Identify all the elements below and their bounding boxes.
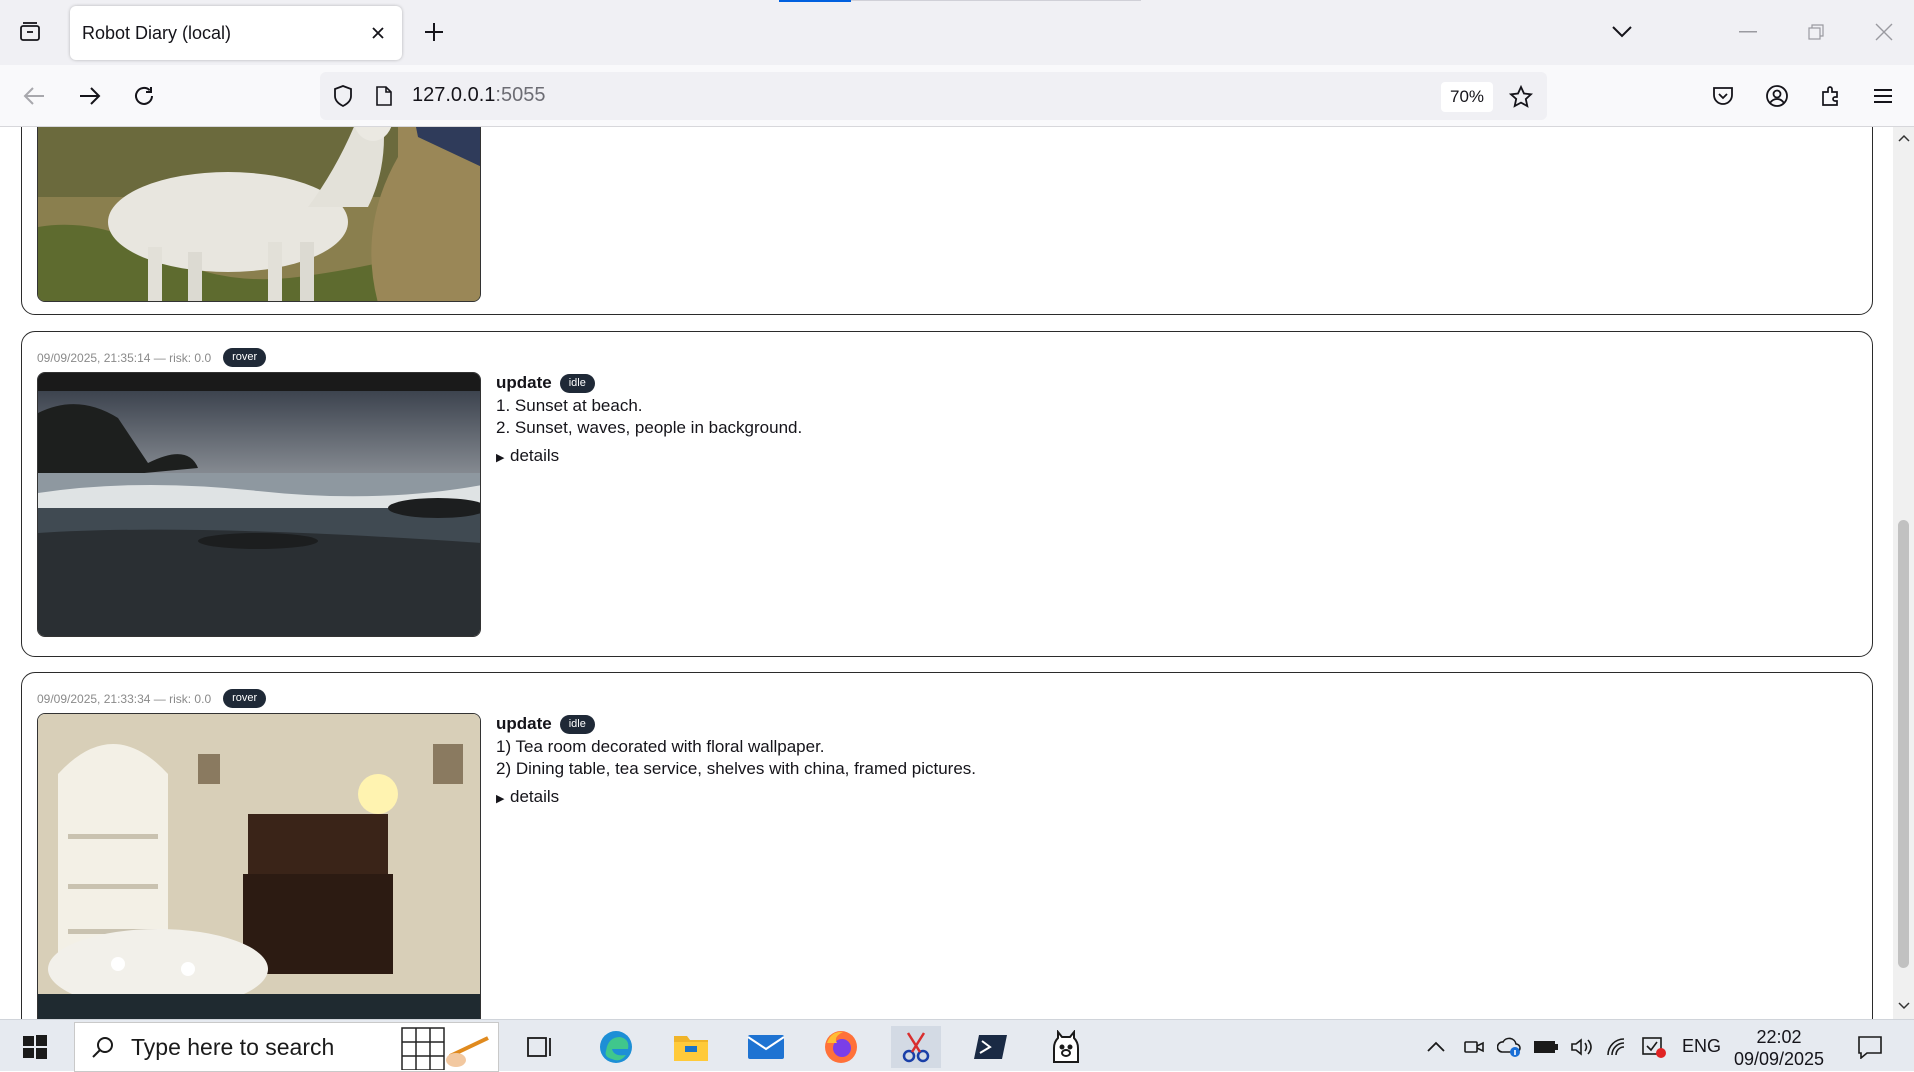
new-tab-icon[interactable] [418, 16, 450, 48]
diary-entry-card: 09/09/2025, 21:33:34 — risk: 0.0 rover u… [21, 672, 1873, 1019]
disclosure-triangle-icon: ▶ [496, 793, 505, 805]
ollama-llama-icon[interactable] [1041, 1026, 1091, 1068]
tab-overview-icon[interactable] [12, 14, 48, 50]
entry-timestamp: 09/09/2025, 21:33:34 — risk: 0.0 [37, 691, 212, 706]
tracking-shield-icon[interactable] [330, 83, 356, 109]
file-explorer-icon[interactable] [666, 1026, 716, 1068]
volume-icon[interactable] [1564, 1026, 1600, 1068]
list-tabs-chevron-icon[interactable] [1604, 16, 1640, 48]
robot-badge: rover [223, 689, 267, 708]
close-tab-icon[interactable] [364, 19, 392, 47]
notifications-icon[interactable] [1848, 1026, 1892, 1068]
account-icon[interactable] [1760, 79, 1794, 113]
entry-line: 2. Sunset, waves, people in background. [496, 418, 803, 437]
battery-icon[interactable] [1528, 1026, 1564, 1068]
windows-taskbar: Type here to search ENG 22:02 09/09/2025 [0, 1019, 1914, 1072]
entry-kind: update [496, 714, 552, 733]
page-info-icon[interactable] [372, 83, 396, 109]
close-window-icon[interactable] [1866, 16, 1902, 48]
edge-browser-icon[interactable] [591, 1026, 641, 1068]
firefox-icon[interactable] [816, 1026, 866, 1068]
url-text[interactable]: 127.0.0.1:5055 [412, 84, 545, 107]
diary-entry-card: 09/09/2025, 21:35:14 — risk: 0.0 rover u… [21, 331, 1873, 657]
beach-sunset-photo [37, 372, 481, 637]
minimize-icon[interactable] [1730, 16, 1766, 48]
loading-track [851, 0, 1141, 1]
scroll-down-arrow-icon[interactable] [1897, 999, 1911, 1013]
search-placeholder: Type here to search [131, 1033, 335, 1060]
status-badge: idle [559, 373, 595, 393]
entry-timestamp: 09/09/2025, 21:35:14 — risk: 0.0 [37, 350, 212, 365]
entry-meta: 09/09/2025, 21:33:34 — risk: 0.0 rover [37, 689, 267, 708]
pocket-icon[interactable] [1706, 79, 1740, 113]
zoom-level-button[interactable]: 70% [1441, 82, 1493, 112]
back-arrow-icon[interactable] [16, 78, 52, 114]
taskbar-search-box[interactable]: Type here to search [74, 1022, 499, 1072]
tab-robot-diary[interactable]: Robot Diary (local) [70, 6, 402, 60]
tab-strip: Robot Diary (local) [0, 0, 1914, 65]
alpaca-photo [37, 127, 481, 302]
entry-line: 2) Dining table, tea service, shelves wi… [496, 759, 977, 778]
tea-room-photo [37, 713, 481, 1019]
status-badge: idle [559, 714, 595, 734]
bookmark-star-icon[interactable] [1507, 83, 1535, 111]
url-port: :5055 [495, 84, 546, 106]
entry-line: 1) Tea room decorated with floral wallpa… [496, 737, 825, 756]
tab-title: Robot Diary (local) [82, 22, 232, 43]
reload-icon[interactable] [126, 78, 162, 114]
scrollbar-thumb[interactable] [1898, 520, 1909, 968]
start-windows-icon[interactable] [10, 1026, 60, 1068]
mail-icon[interactable] [741, 1026, 791, 1068]
details-label: details [510, 446, 560, 465]
snipping-tool-icon[interactable] [891, 1026, 941, 1068]
forward-arrow-icon[interactable] [72, 78, 108, 114]
robot-badge: rover [223, 348, 267, 367]
clock-time: 22:02 [1756, 1027, 1802, 1047]
menu-hamburger-icon[interactable] [1866, 79, 1900, 113]
navigation-toolbar: 127.0.0.1:5055 70% [0, 65, 1914, 127]
details-toggle[interactable]: ▶ details [496, 445, 802, 469]
task-view-icon[interactable] [515, 1026, 565, 1068]
input-language[interactable]: ENG [1682, 1020, 1721, 1072]
vertical-scrollbar[interactable] [1893, 127, 1914, 1019]
entry-body: update idle 1) Tea room decorated with f… [496, 713, 976, 810]
system-clock[interactable]: 22:02 09/09/2025 [1724, 1026, 1834, 1070]
search-icon [75, 1027, 131, 1067]
clock-date: 09/09/2025 [1733, 1049, 1825, 1069]
powershell-icon[interactable] [966, 1026, 1016, 1068]
disclosure-triangle-icon: ▶ [496, 452, 505, 464]
loading-indicator [779, 0, 851, 2]
meet-now-icon[interactable] [1456, 1026, 1492, 1068]
restore-icon[interactable] [1798, 16, 1834, 48]
onedrive-info-icon[interactable] [1492, 1026, 1528, 1068]
entry-body: update idle 1. Sunset at beach. 2. Sunse… [496, 372, 802, 469]
scroll-up-arrow-icon[interactable] [1897, 131, 1911, 145]
entry-kind: update [496, 373, 552, 392]
entry-line: 1. Sunset at beach. [496, 396, 643, 415]
address-bar[interactable]: 127.0.0.1:5055 70% [320, 72, 1547, 120]
page-viewport: 09/09/2025, 21:35:14 — risk: 0.0 rover u… [0, 127, 1893, 1019]
show-hidden-icons-chevron-icon[interactable] [1416, 1026, 1456, 1068]
url-host: 127.0.0.1 [412, 84, 496, 106]
details-label: details [510, 787, 560, 806]
wifi-icon[interactable] [1600, 1026, 1636, 1068]
sudoku-search-highlight-icon [395, 1025, 495, 1071]
extensions-icon[interactable] [1814, 79, 1848, 113]
entry-meta: 09/09/2025, 21:35:14 — risk: 0.0 rover [37, 348, 267, 367]
security-alert-icon[interactable] [1636, 1026, 1672, 1068]
details-toggle[interactable]: ▶ details [496, 786, 976, 810]
diary-entry-card [21, 127, 1873, 315]
